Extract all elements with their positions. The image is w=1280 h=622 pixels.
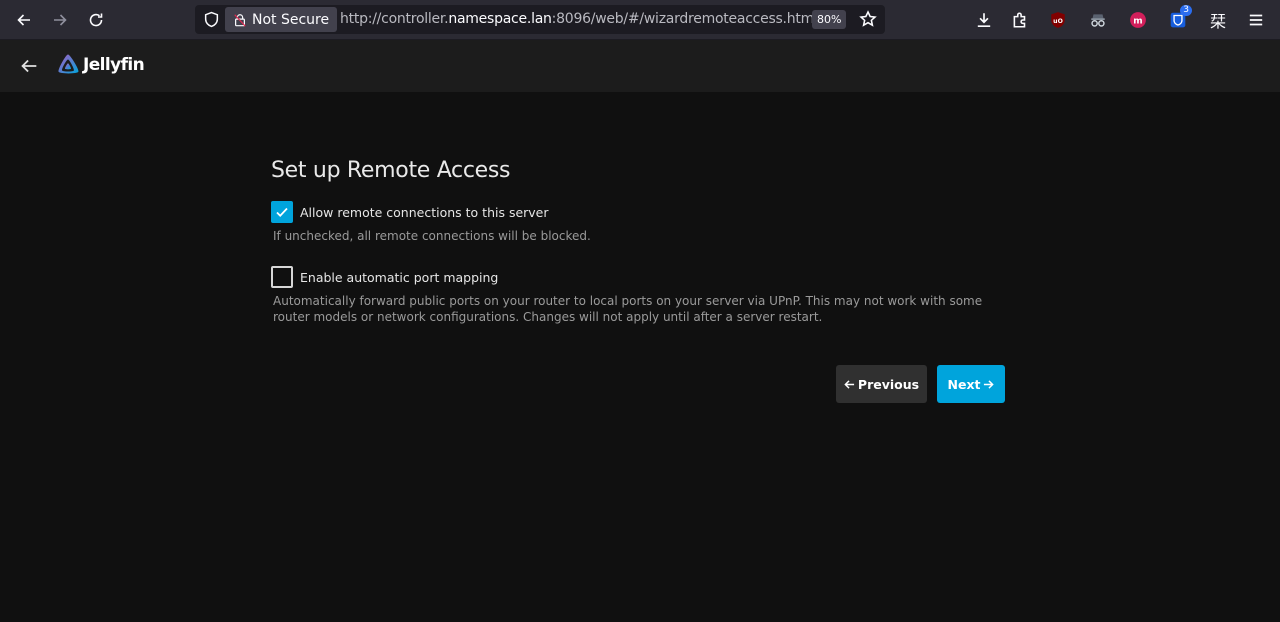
arrow-right-icon: [984, 379, 995, 389]
port-mapping-help: Automatically forward public ports on yo…: [273, 294, 983, 324]
allow-remote-row[interactable]: Allow remote connections to this server: [271, 201, 549, 223]
not-secure-badge[interactable]: Not Secure: [225, 7, 338, 32]
svg-text:m: m: [1133, 16, 1142, 26]
star-icon[interactable]: [859, 10, 877, 28]
back-icon[interactable]: [10, 6, 38, 34]
reload-icon[interactable]: [82, 6, 110, 34]
url-bar[interactable]: Not Secure http://controller.namespace.l…: [195, 5, 885, 34]
jellyfin-logo-icon: [58, 54, 79, 74]
extensions-icon[interactable]: [1008, 8, 1032, 32]
extension-m-icon[interactable]: m: [1126, 8, 1150, 32]
zoom-indicator[interactable]: 80%: [812, 10, 847, 29]
next-button[interactable]: Next: [937, 365, 1005, 403]
previous-button[interactable]: Previous: [836, 365, 927, 403]
next-label: Next: [947, 376, 981, 392]
extension-badge: 3: [1180, 5, 1192, 16]
port-mapping-label: Enable automatic port mapping: [300, 269, 499, 285]
jellyfin-logo[interactable]: Jellyfin: [56, 53, 145, 77]
shield-icon[interactable]: [203, 11, 220, 28]
security-label: Not Secure: [252, 11, 330, 28]
menu-icon[interactable]: [1244, 8, 1268, 32]
url-suffix: :8096/web/#/wizardremoteaccess.html: [551, 11, 818, 27]
url-text[interactable]: http://controller.namespace.lan:8096/web…: [340, 11, 818, 27]
allow-remote-label: Allow remote connections to this server: [300, 204, 549, 220]
port-mapping-checkbox[interactable]: [271, 266, 293, 288]
bitwarden-icon[interactable]: 3: [1166, 5, 1192, 32]
translate-icon[interactable]: 栞: [1206, 8, 1230, 32]
checkmark-icon: [276, 207, 288, 217]
page-title: Set up Remote Access: [271, 158, 511, 183]
download-icon[interactable]: [972, 8, 996, 32]
previous-label: Previous: [857, 376, 920, 392]
spy-icon[interactable]: [1086, 8, 1110, 32]
arrow-left-icon: [844, 379, 854, 389]
browser-toolbar: Not Secure http://controller.namespace.l…: [0, 0, 1280, 40]
svg-text:uO: uO: [1053, 18, 1063, 25]
brand-name: Jellyfin: [83, 55, 145, 75]
port-mapping-row[interactable]: Enable automatic port mapping: [271, 266, 498, 288]
app-header: Jellyfin: [0, 40, 1280, 92]
ublock-icon[interactable]: uO: [1046, 8, 1070, 32]
lock-slash-icon: [234, 13, 246, 27]
url-host: namespace.lan: [448, 11, 552, 27]
url-prefix: http://controller.: [340, 11, 449, 27]
allow-remote-help: If unchecked, all remote connections wil…: [273, 229, 591, 243]
back-arrow-icon[interactable]: [18, 55, 40, 77]
allow-remote-checkbox[interactable]: [271, 201, 293, 223]
forward-icon[interactable]: [46, 6, 74, 34]
